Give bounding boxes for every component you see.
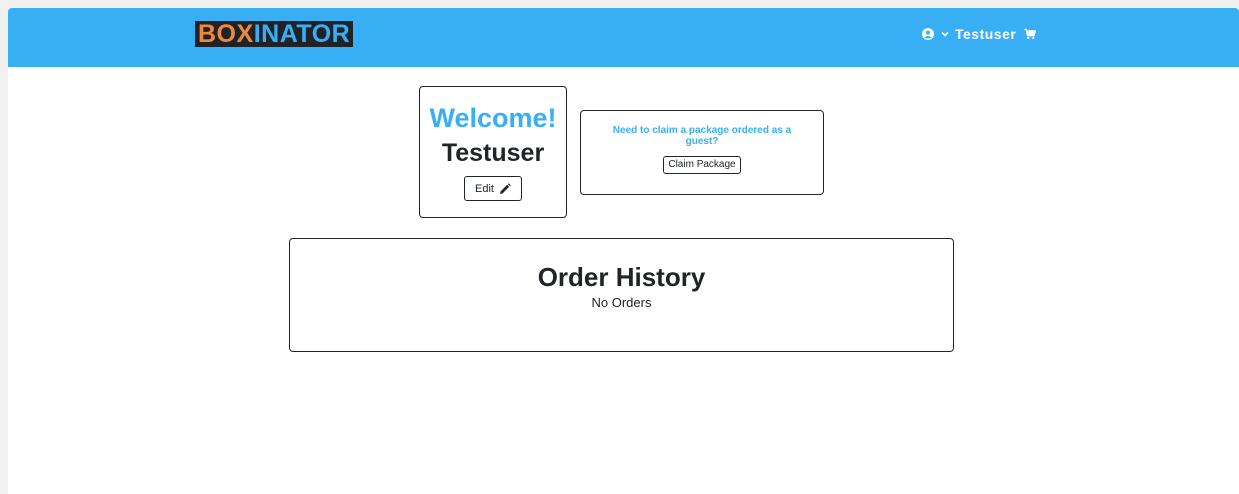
user-menu: Testuser xyxy=(922,24,1037,44)
edit-profile-button[interactable]: Edit xyxy=(464,176,522,201)
claim-prompt: Need to claim a package ordered as a gue… xyxy=(612,125,792,147)
order-history-card: Order History No Orders xyxy=(289,238,954,352)
top-navbar: BOXINATOR Testuser xyxy=(8,8,1239,67)
welcome-username: Testuser xyxy=(441,139,545,167)
edit-button-label: Edit xyxy=(475,182,494,195)
chevron-down-icon[interactable] xyxy=(941,31,949,37)
logo-text-box: BOX xyxy=(198,20,254,48)
claim-package-card: Need to claim a package ordered as a gue… xyxy=(580,110,824,195)
user-circle-icon[interactable] xyxy=(922,28,934,40)
no-orders-message: No Orders xyxy=(591,295,652,310)
navbar-username[interactable]: Testuser xyxy=(955,26,1016,42)
claim-package-button[interactable]: Claim Package xyxy=(663,156,741,174)
pencil-icon xyxy=(499,182,511,195)
brand-logo[interactable]: BOXINATOR xyxy=(195,20,354,48)
order-history-title: Order History xyxy=(537,262,706,292)
app-window: BOXINATOR Testuser Welcome! Testuser Edi… xyxy=(8,8,1239,494)
shopping-cart-icon[interactable] xyxy=(1024,28,1037,40)
welcome-heading: Welcome! xyxy=(429,103,557,133)
logo-text-inator: INATOR xyxy=(253,20,351,48)
welcome-card: Welcome! Testuser Edit xyxy=(419,86,567,218)
